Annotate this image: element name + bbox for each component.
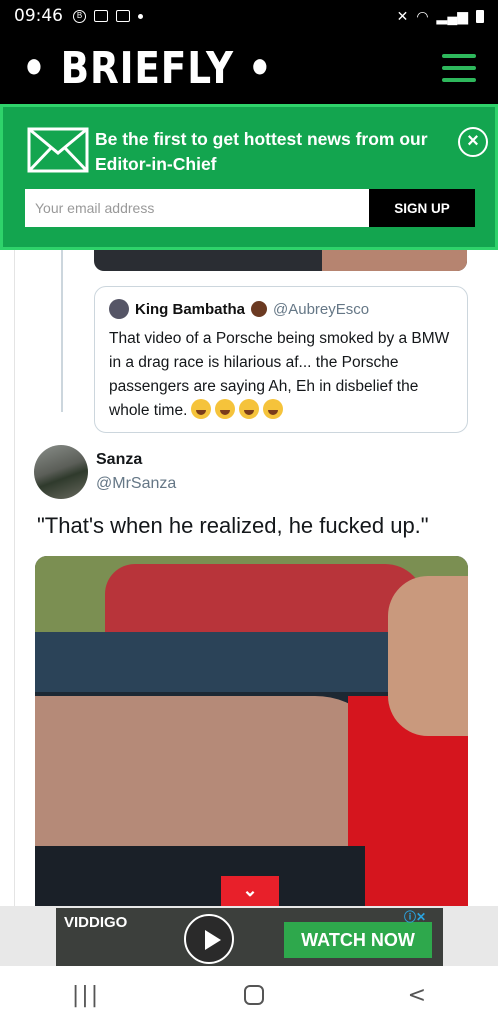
ad-creative[interactable]: VIDDIGO WATCH NOW (56, 908, 443, 966)
briefly-logo[interactable]: • BRIEFLY • (22, 43, 273, 94)
previous-tweet-media[interactable] (94, 250, 467, 271)
status-left-icons: B (73, 9, 143, 23)
raised-fist-emoji-icon (251, 301, 268, 317)
status-right-icons: ✕ ◠ ▂▄▆ (397, 8, 484, 25)
b-badge-icon: B (73, 9, 86, 23)
author-name: Sanza (96, 451, 143, 468)
ad-brand: VIDDIGO (64, 914, 128, 931)
signal-icon: ▂▄▆ (436, 7, 468, 24)
quoted-tweet-header: King Bambatha @AubreyEsco (109, 299, 453, 319)
status-time: 09:46 (14, 6, 63, 26)
play-icon[interactable] (184, 914, 234, 964)
laughing-emoji-icon (191, 399, 212, 419)
laughing-emoji-icon (239, 399, 260, 419)
recents-icon[interactable]: ||| (72, 983, 100, 1008)
quoted-author-name: King Bambatha (135, 300, 246, 318)
quoted-tweet-text: That video of a Porsche being smoked by … (109, 327, 453, 423)
newsletter-title: Be the first to get hottest news from ou… (95, 129, 428, 174)
avatar[interactable] (34, 445, 88, 499)
laughing-emoji-icon (215, 399, 236, 419)
tweet-author[interactable]: Sanza @MrSanza (34, 445, 176, 499)
status-bar: 09:46 B ✕ ◠ ▂▄▆ (0, 0, 498, 32)
image-icon (94, 10, 108, 22)
back-icon[interactable]: < (408, 983, 426, 1008)
mail-icon (27, 127, 89, 173)
dot-icon (138, 13, 143, 19)
avatar (109, 299, 129, 319)
newsletter-banner: Be the first to get hottest news from ou… (0, 104, 498, 250)
battery-icon (476, 9, 484, 23)
wifi-icon: ◠ (416, 7, 429, 24)
quoted-author-handle: @AubreyEsco (273, 300, 370, 318)
site-header: • BRIEFLY • (0, 32, 498, 104)
hamburger-icon[interactable] (442, 54, 476, 82)
android-nav-bar: ||| < (0, 966, 498, 1024)
ad-close-icon[interactable]: ⓘ✕ (404, 908, 426, 925)
watch-now-button[interactable]: WATCH NOW (284, 922, 432, 958)
email-field[interactable] (25, 189, 369, 227)
close-icon[interactable]: × (458, 127, 488, 157)
embedded-tweet: King Bambatha @AubreyEsco That video of … (14, 250, 498, 906)
chevron-down-icon[interactable]: ⌄ (221, 876, 279, 906)
home-icon[interactable] (243, 985, 264, 1005)
quoted-tweet[interactable]: King Bambatha @AubreyEsco That video of … (94, 286, 468, 433)
ad-banner[interactable]: VIDDIGO WATCH NOW ⓘ✕ (0, 906, 498, 966)
laughing-emoji-icon (263, 399, 284, 419)
thread-line (61, 250, 63, 412)
author-handle: @MrSanza (96, 475, 177, 492)
video-icon (116, 10, 130, 22)
signup-button[interactable]: SIGN UP (369, 189, 475, 227)
mute-icon: ✕ (396, 7, 409, 24)
tweet-video[interactable] (35, 556, 468, 906)
tweet-text: "That's when he realized, he fucked up." (37, 513, 429, 538)
